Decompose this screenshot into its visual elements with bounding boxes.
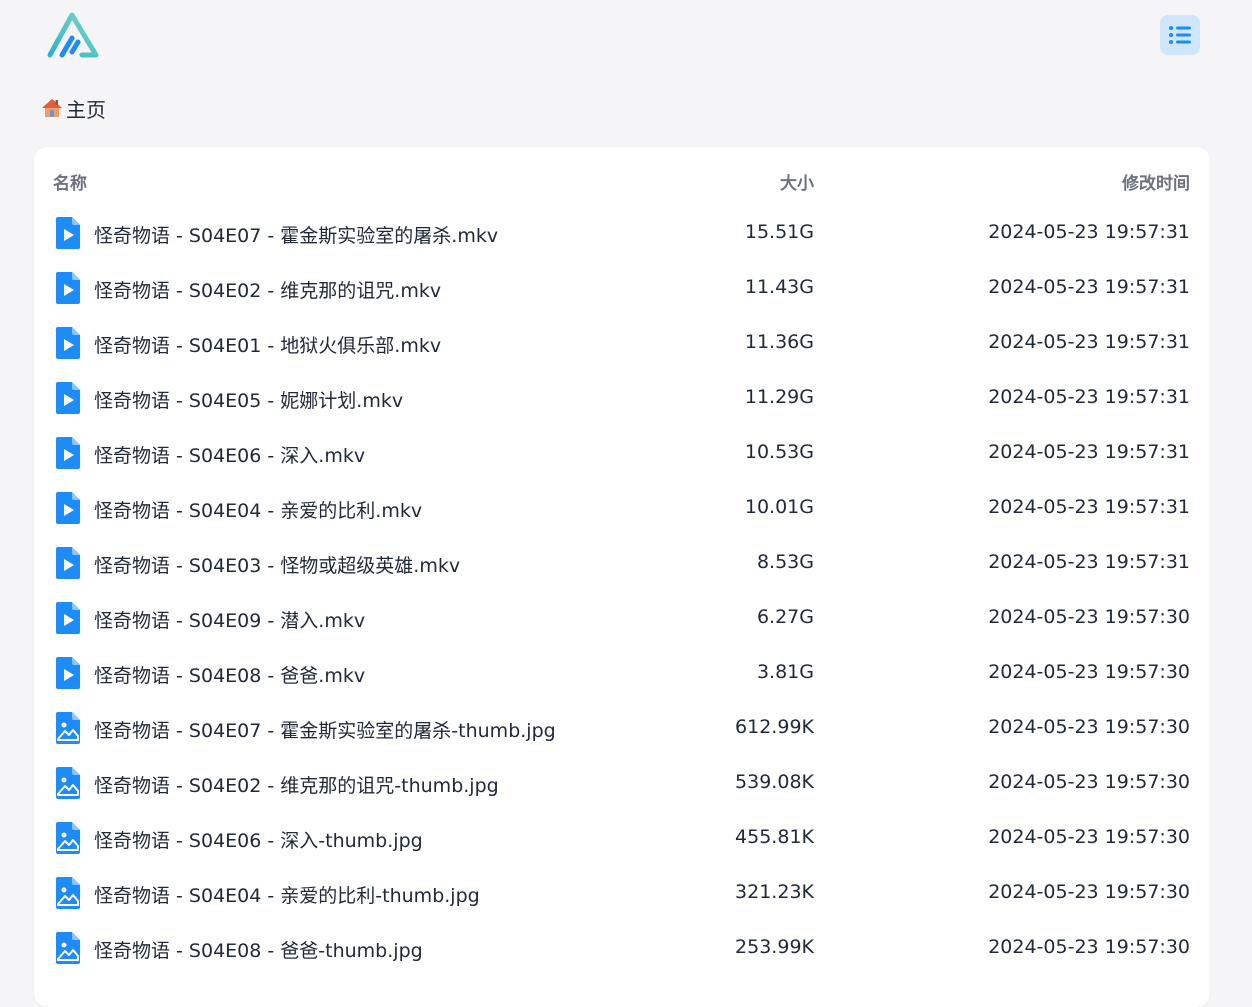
file-list: 怪奇物语 - S04E07 - 霍金斯实验室的屠杀.mkv 15.51G 2024-… bbox=[34, 207, 1210, 977]
file-size: 15.51G bbox=[744, 221, 814, 243]
image-file-icon bbox=[56, 822, 80, 854]
file-name[interactable]: 怪奇物语 - S04E02 - 维克那的诅咒.mkv bbox=[94, 276, 441, 303]
file-size: 10.53G bbox=[744, 441, 814, 463]
file-name[interactable]: 怪奇物语 - S04E02 - 维克那的诅咒-thumb.jpg bbox=[94, 771, 499, 798]
file-size: 539.08K bbox=[735, 771, 814, 793]
file-row[interactable]: 怪奇物语 - S04E08 - 爸爸-thumb.jpg 253.99K 2024-… bbox=[34, 922, 1210, 977]
video-file-icon bbox=[56, 602, 80, 634]
file-size: 8.53G bbox=[756, 551, 814, 573]
file-name[interactable]: 怪奇物语 - S04E05 - 妮娜计划.mkv bbox=[94, 386, 403, 413]
file-size: 3.81G bbox=[756, 661, 814, 683]
file-row[interactable]: 怪奇物语 - S04E06 - 深入-thumb.jpg 455.81K 2024-… bbox=[34, 812, 1210, 867]
file-row[interactable]: 怪奇物语 - S04E02 - 维克那的诅咒.mkv 11.43G 2024-05-… bbox=[34, 262, 1210, 317]
file-row[interactable]: 怪奇物语 - S04E04 - 亲爱的比利-thumb.jpg 321.23K 20… bbox=[34, 867, 1210, 922]
file-row[interactable]: 怪奇物语 - S04E07 - 霍金斯实验室的屠杀.mkv 15.51G 2024-… bbox=[34, 207, 1210, 262]
column-header-name[interactable]: 名称 bbox=[53, 169, 87, 194]
file-modified-time: 2024-05-23 19:57:30 bbox=[988, 881, 1190, 903]
breadcrumb[interactable]: 主页 bbox=[40, 94, 106, 122]
file-row[interactable]: 怪奇物语 - S04E02 - 维克那的诅咒-thumb.jpg 539.08K 2… bbox=[34, 757, 1210, 812]
file-name[interactable]: 怪奇物语 - S04E06 - 深入-thumb.jpg bbox=[94, 826, 423, 853]
video-file-icon bbox=[56, 547, 80, 579]
file-name[interactable]: 怪奇物语 - S04E08 - 爸爸-thumb.jpg bbox=[94, 936, 423, 963]
file-size: 11.29G bbox=[744, 386, 814, 408]
video-file-icon bbox=[56, 327, 80, 359]
file-modified-time: 2024-05-23 19:57:31 bbox=[988, 221, 1190, 243]
file-list-header: 名称 大小 修改时间 bbox=[34, 165, 1210, 195]
file-modified-time: 2024-05-23 19:57:30 bbox=[988, 606, 1190, 628]
list-menu-icon bbox=[1169, 26, 1191, 44]
video-file-icon bbox=[56, 437, 80, 469]
file-size: 11.36G bbox=[744, 331, 814, 353]
house-icon bbox=[40, 96, 64, 120]
file-row[interactable]: 怪奇物语 - S04E04 - 亲爱的比利.mkv 10.01G 2024-05-2… bbox=[34, 482, 1210, 537]
file-name[interactable]: 怪奇物语 - S04E01 - 地狱火俱乐部.mkv bbox=[94, 331, 441, 358]
file-row[interactable]: 怪奇物语 - S04E08 - 爸爸.mkv 3.81G 2024-05-23 19… bbox=[34, 647, 1210, 702]
file-modified-time: 2024-05-23 19:57:31 bbox=[988, 441, 1190, 463]
file-name[interactable]: 怪奇物语 - S04E07 - 霍金斯实验室的屠杀.mkv bbox=[94, 221, 498, 248]
file-modified-time: 2024-05-23 19:57:31 bbox=[988, 276, 1190, 298]
file-size: 10.01G bbox=[744, 496, 814, 518]
file-name[interactable]: 怪奇物语 - S04E08 - 爸爸.mkv bbox=[94, 661, 365, 688]
top-bar bbox=[0, 0, 1252, 80]
column-header-size[interactable]: 大小 bbox=[780, 169, 814, 194]
file-modified-time: 2024-05-23 19:57:31 bbox=[988, 496, 1190, 518]
file-row[interactable]: 怪奇物语 - S04E09 - 潜入.mkv 6.27G 2024-05-23 19… bbox=[34, 592, 1210, 647]
app-logo-icon[interactable] bbox=[44, 10, 100, 60]
file-row[interactable]: 怪奇物语 - S04E01 - 地狱火俱乐部.mkv 11.36G 2024-05-… bbox=[34, 317, 1210, 372]
file-name[interactable]: 怪奇物语 - S04E06 - 深入.mkv bbox=[94, 441, 365, 468]
file-modified-time: 2024-05-23 19:57:30 bbox=[988, 826, 1190, 848]
image-file-icon bbox=[56, 932, 80, 964]
video-file-icon bbox=[56, 492, 80, 524]
image-file-icon bbox=[56, 712, 80, 744]
video-file-icon bbox=[56, 382, 80, 414]
image-file-icon bbox=[56, 767, 80, 799]
file-size: 455.81K bbox=[735, 826, 814, 848]
file-list-card: 名称 大小 修改时间 怪奇物语 - S04E07 - 霍金斯实验室的屠杀.mkv… bbox=[34, 147, 1210, 1007]
list-menu-button[interactable] bbox=[1160, 15, 1200, 55]
file-row[interactable]: 怪奇物语 - S04E03 - 怪物或超级英雄.mkv 8.53G 2024-05-… bbox=[34, 537, 1210, 592]
file-row[interactable]: 怪奇物语 - S04E05 - 妮娜计划.mkv 11.29G 2024-05-23… bbox=[34, 372, 1210, 427]
file-row[interactable]: 怪奇物语 - S04E07 - 霍金斯实验室的屠杀-thumb.jpg 612.9… bbox=[34, 702, 1210, 757]
file-modified-time: 2024-05-23 19:57:30 bbox=[988, 771, 1190, 793]
file-row[interactable]: 怪奇物语 - S04E06 - 深入.mkv 10.53G 2024-05-23 1… bbox=[34, 427, 1210, 482]
file-modified-time: 2024-05-23 19:57:31 bbox=[988, 551, 1190, 573]
image-file-icon bbox=[56, 877, 80, 909]
video-file-icon bbox=[56, 657, 80, 689]
file-name[interactable]: 怪奇物语 - S04E07 - 霍金斯实验室的屠杀-thumb.jpg bbox=[94, 716, 556, 743]
file-modified-time: 2024-05-23 19:57:31 bbox=[988, 331, 1190, 353]
breadcrumb-home-label: 主页 bbox=[66, 97, 106, 122]
file-size: 612.99K bbox=[735, 716, 814, 738]
file-name[interactable]: 怪奇物语 - S04E04 - 亲爱的比利-thumb.jpg bbox=[94, 881, 480, 908]
file-name[interactable]: 怪奇物语 - S04E03 - 怪物或超级英雄.mkv bbox=[94, 551, 460, 578]
file-name[interactable]: 怪奇物语 - S04E04 - 亲爱的比利.mkv bbox=[94, 496, 422, 523]
file-name[interactable]: 怪奇物语 - S04E09 - 潜入.mkv bbox=[94, 606, 365, 633]
file-modified-time: 2024-05-23 19:57:30 bbox=[988, 936, 1190, 958]
file-size: 11.43G bbox=[744, 276, 814, 298]
file-size: 6.27G bbox=[756, 606, 814, 628]
column-header-modified[interactable]: 修改时间 bbox=[1122, 169, 1190, 194]
video-file-icon bbox=[56, 272, 80, 304]
file-modified-time: 2024-05-23 19:57:30 bbox=[988, 661, 1190, 683]
file-modified-time: 2024-05-23 19:57:30 bbox=[988, 716, 1190, 738]
file-size: 253.99K bbox=[735, 936, 814, 958]
file-size: 321.23K bbox=[735, 881, 814, 903]
file-modified-time: 2024-05-23 19:57:31 bbox=[988, 386, 1190, 408]
video-file-icon bbox=[56, 217, 80, 249]
